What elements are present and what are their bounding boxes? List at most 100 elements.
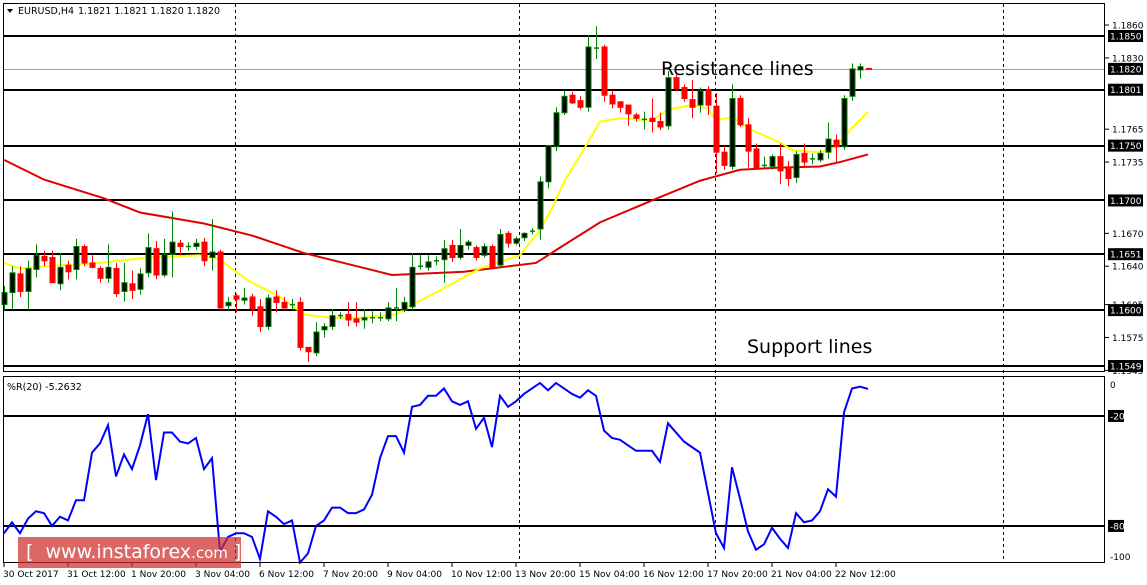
candle-body: [585, 46, 592, 108]
candle: [497, 228, 504, 269]
candle-body: [121, 282, 128, 292]
support-annotation: Support lines: [747, 336, 872, 358]
candle-body: [385, 307, 392, 320]
candle: [601, 44, 608, 102]
watermark-suffix: .com: [191, 544, 228, 562]
candle-body: [241, 297, 248, 301]
candle-body: [769, 156, 776, 167]
candle-body: [281, 301, 288, 309]
candle-body: [817, 152, 824, 161]
time-label: 16 Nov 12:00: [643, 570, 704, 580]
candle-body: [833, 139, 840, 148]
candle-body: [129, 283, 136, 291]
candle-body: [1, 292, 8, 306]
candle-body: [857, 66, 864, 71]
candle-body: [145, 247, 152, 274]
candle-body: [353, 318, 360, 323]
resistance-annotation: Resistance lines: [661, 58, 814, 80]
candle-body: [561, 95, 568, 114]
candle-body: [841, 97, 848, 148]
candle: [553, 107, 560, 152]
watermark-bracket: ]: [233, 541, 242, 563]
candle-body: [601, 46, 608, 96]
candle-body: [633, 114, 640, 119]
candle-body: [249, 296, 256, 310]
price-tick-label: 1.1765: [1112, 126, 1144, 136]
candle-body: [25, 267, 32, 292]
candle-body: [409, 266, 416, 308]
time-label: 13 Nov 20:00: [515, 570, 576, 580]
candle-body: [217, 251, 224, 309]
candle-body: [73, 246, 80, 271]
level-label: 1.1801: [1110, 86, 1142, 96]
candle-body: [161, 253, 168, 276]
watermark-bracket: [: [26, 541, 34, 563]
candle-body: [777, 156, 784, 172]
candle-body: [49, 256, 56, 284]
candle: [265, 294, 272, 330]
candle: [849, 63, 856, 101]
candle-body: [137, 273, 144, 290]
candle-body: [65, 264, 72, 273]
symbol-label: EURUSD,H4: [18, 6, 74, 17]
candle-body: [649, 117, 656, 123]
candle-body: [33, 254, 40, 271]
candle-body: [801, 152, 808, 163]
level-label: 1.1850: [1110, 33, 1142, 43]
time-label: 3 Nov 04:00: [195, 570, 250, 580]
candle-body: [345, 313, 352, 321]
time-label: 10 Nov 12:00: [451, 570, 512, 580]
quote-label: 1.1821 1.1821 1.1820 1.1820: [78, 6, 220, 17]
candle-body: [505, 232, 512, 244]
candle-body: [737, 97, 744, 126]
candle-body: [441, 248, 448, 261]
candle-body: [233, 295, 240, 300]
time-label: 15 Nov 04:00: [579, 570, 640, 580]
candle-body: [97, 267, 104, 279]
candle-body: [457, 244, 464, 258]
candle-body: [473, 247, 480, 258]
candle-body: [825, 138, 832, 153]
candle-body: [265, 297, 272, 328]
indicator-label: %R(20) -5.2632: [7, 382, 82, 393]
level-label: 1.1700: [1110, 197, 1142, 207]
candle-body: [545, 145, 552, 183]
candle-body: [321, 326, 328, 331]
candle-body: [785, 168, 792, 180]
time-label: 7 Nov 20:00: [323, 570, 378, 580]
candle-body: [177, 242, 184, 248]
candle-body: [9, 272, 16, 294]
candle-body: [745, 124, 752, 152]
price-tick-label: 1.1575: [1112, 334, 1144, 344]
candle-body: [537, 181, 544, 230]
time-label: 31 Oct 12:00: [67, 570, 126, 580]
indicator-axis-label: -80: [1110, 522, 1125, 532]
chart-background: [0, 0, 1147, 585]
price-tick-label: 1.1640: [1112, 263, 1144, 273]
level-label: 1.1600: [1110, 307, 1142, 317]
indicator-axis-label: 0: [1110, 381, 1116, 391]
candle-body: [697, 90, 704, 106]
candle-body: [17, 273, 24, 292]
candle-body: [361, 317, 368, 321]
candle: [841, 95, 848, 151]
price-tick-label: 1.1735: [1112, 159, 1144, 169]
candle-body: [713, 105, 720, 153]
candle-body: [113, 267, 120, 295]
level-label: 1.1549: [1110, 363, 1142, 373]
candle-body: [41, 255, 48, 262]
candle-body: [681, 87, 688, 99]
candle-body: [297, 301, 304, 348]
price-chart[interactable]: 1.18601.18301.17651.17351.16701.16401.16…: [0, 0, 1147, 585]
candle-body: [609, 94, 616, 105]
candle-body: [401, 301, 408, 311]
candle-body: [465, 241, 472, 246]
candle-body: [793, 153, 800, 178]
candle-body: [481, 246, 488, 256]
time-label: 21 Nov 04:00: [771, 570, 832, 580]
candle-body: [449, 244, 456, 258]
watermark: [ www.instaforex.com ]: [18, 537, 241, 568]
candle-body: [225, 301, 232, 307]
candle-body: [209, 251, 216, 258]
candle-body: [57, 266, 64, 285]
